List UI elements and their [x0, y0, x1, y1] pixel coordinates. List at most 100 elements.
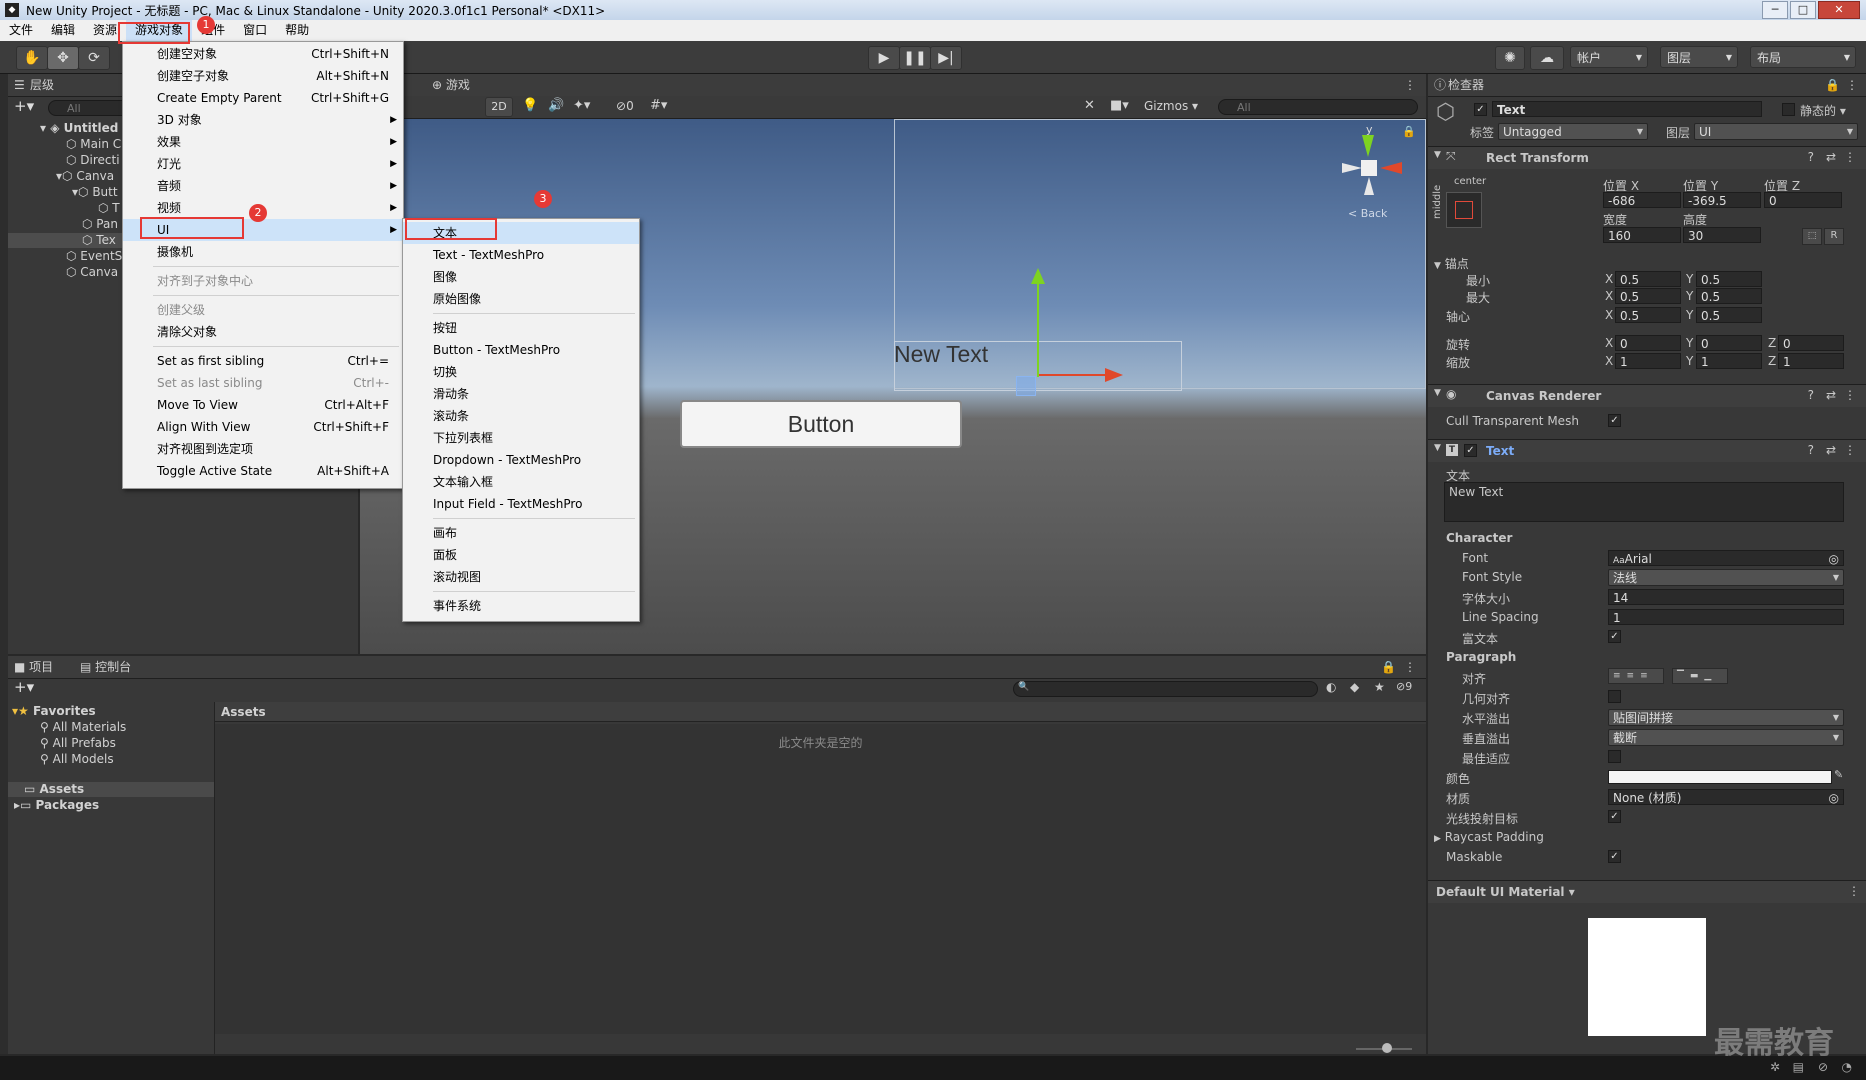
canvas-renderer-header[interactable]: ▼ ◉ Canvas Renderer ? ⇄ ⋮ — [1428, 384, 1866, 407]
raycast-target-checkbox[interactable]: ✓ — [1608, 810, 1621, 823]
list-item[interactable]: ⚲ All Models — [40, 752, 114, 767]
pivot-y-field[interactable]: 0.5 — [1696, 307, 1762, 323]
menu-item-align-with-view[interactable]: Align With View Ctrl+Shift+F — [123, 416, 403, 438]
pos-z-field[interactable]: 0 — [1764, 192, 1842, 208]
progress-icon[interactable]: ◔ — [1842, 1060, 1852, 1074]
y-axis-handle[interactable] — [1037, 279, 1039, 377]
menu-item-toggle-active[interactable]: Toggle Active State Alt+Shift+A — [123, 460, 403, 482]
packages-folder[interactable]: ▸▭ Packages — [14, 798, 99, 813]
pivot-x-field[interactable]: 0.5 — [1615, 307, 1681, 323]
more-options-icon[interactable]: ⋮ — [1404, 656, 1416, 678]
menu-item-effects[interactable]: 效果 ▶ — [123, 131, 403, 153]
more-options-icon[interactable]: ⋮ — [1404, 74, 1416, 96]
hand-tool-icon[interactable]: ✋ — [16, 46, 48, 70]
list-item[interactable]: ▾⬡ Canva — [56, 169, 114, 184]
horizontal-align-buttons[interactable]: ≡≡≡ — [1608, 668, 1664, 684]
text-area[interactable]: New Text — [1444, 482, 1844, 522]
scene-new-text[interactable]: New Text — [894, 341, 988, 368]
eyedropper-icon[interactable]: ✎ — [1834, 768, 1843, 781]
network-icon[interactable]: ⊘ — [1818, 1060, 1828, 1074]
vertical-align-buttons[interactable]: ▔▬▁ — [1672, 668, 1728, 684]
rotation-x-field[interactable]: 0 — [1615, 335, 1681, 351]
pause-button[interactable]: ❚❚ — [899, 46, 931, 70]
v-overflow-dropdown[interactable]: 截断 — [1608, 729, 1844, 746]
lock-icon[interactable]: 🔒 — [1381, 656, 1396, 678]
cull-checkbox[interactable]: ✓ — [1608, 414, 1621, 427]
minimize-button[interactable]: ─ — [1762, 1, 1788, 19]
material-field[interactable]: None (材质) ◎ — [1608, 789, 1844, 805]
anchor-min-y-field[interactable]: 0.5 — [1696, 271, 1762, 287]
submenu-item-scroll-view[interactable]: 滚动视图 — [403, 566, 639, 588]
add-asset-dropdown[interactable]: +▾ — [14, 678, 34, 696]
list-item[interactable]: ⬡ Directi — [66, 153, 120, 168]
submenu-item-canvas[interactable]: 画布 — [403, 522, 639, 544]
text-enabled-checkbox[interactable]: ✓ — [1464, 444, 1477, 457]
x-arrow-icon[interactable] — [1105, 368, 1123, 382]
menu-item-set-first-sibling[interactable]: Set as first sibling Ctrl+= — [123, 350, 403, 372]
help-icon[interactable]: ? — [1808, 443, 1814, 457]
anchor-max-y-field[interactable]: 0.5 — [1696, 288, 1762, 304]
menu-item-create-empty-child[interactable]: 创建空子对象 Alt+Shift+N — [123, 65, 403, 87]
menu-item-create-empty-parent[interactable]: Create Empty Parent Ctrl+Shift+G — [123, 87, 403, 109]
scene-search[interactable]: All — [1218, 99, 1418, 115]
text-component-header[interactable]: ▼ T ✓ Text ? ⇄ ⋮ — [1428, 439, 1866, 462]
static-label[interactable]: 静态的 ▾ — [1800, 102, 1846, 119]
line-spacing-field[interactable]: 1 — [1608, 609, 1844, 625]
menu-item-3d-object[interactable]: 3D 对象 ▶ — [123, 109, 403, 131]
camera-icon[interactable]: ■▾ — [1110, 98, 1129, 113]
raycast-padding-foldout[interactable]: ▶ Raycast Padding — [1434, 830, 1544, 844]
rotation-y-field[interactable]: 0 — [1696, 335, 1762, 351]
list-item[interactable]: ⬡ Pan — [82, 217, 118, 232]
submenu-item-event-system[interactable]: 事件系统 — [403, 595, 639, 617]
bug-icon[interactable]: ✲ — [1770, 1060, 1780, 1074]
raw-edit-button[interactable]: R — [1824, 228, 1844, 245]
menu-item-camera[interactable]: 摄像机 — [123, 241, 403, 263]
hidden-packages-icon[interactable]: ⊘9 — [1396, 680, 1412, 693]
h-overflow-dropdown[interactable]: 贴图间拼接 — [1608, 709, 1844, 726]
orientation-gizmo[interactable]: y < Back — [1342, 123, 1426, 220]
color-swatch[interactable] — [1608, 770, 1832, 784]
move-tool-icon[interactable]: ✥ — [47, 46, 79, 70]
tools-icon[interactable]: ✕ — [1084, 98, 1095, 113]
layers-dropdown[interactable]: 图层 ▼ — [1660, 46, 1738, 68]
menu-item-move-to-view[interactable]: Move To View Ctrl+Alt+F — [123, 394, 403, 416]
play-button[interactable]: ▶ — [868, 46, 900, 70]
geometry-align-checkbox[interactable] — [1608, 690, 1621, 703]
preset-icon[interactable]: ⇄ — [1826, 443, 1836, 457]
list-item[interactable]: ⬡ Main C — [66, 137, 121, 152]
favorites-item[interactable]: ▾★ Favorites — [12, 704, 96, 719]
submenu-item-image[interactable]: 图像 — [403, 266, 639, 288]
view-back-label[interactable]: < Back — [1348, 207, 1387, 220]
menu-item-audio[interactable]: 音频 ▶ — [123, 175, 403, 197]
submenu-item-panel[interactable]: 面板 — [403, 544, 639, 566]
active-checkbox[interactable]: ✓ — [1474, 103, 1487, 116]
submenu-item-text-tmp[interactable]: Text - TextMeshPro — [403, 244, 639, 266]
submenu-item-input-field[interactable]: 文本输入框 — [403, 471, 639, 493]
inspector-tab[interactable]: 检查器 — [1448, 74, 1484, 96]
x-axis-handle[interactable] — [1039, 374, 1109, 376]
submenu-item-button-tmp[interactable]: Button - TextMeshPro — [403, 339, 639, 361]
preset-icon[interactable]: ⇄ — [1826, 388, 1836, 402]
menu-item-clear-parent[interactable]: 清除父对象 — [123, 321, 403, 343]
layer-dropdown[interactable]: UI — [1694, 123, 1858, 140]
submenu-item-slider[interactable]: 滑动条 — [403, 383, 639, 405]
xy-plane-handle[interactable] — [1016, 376, 1036, 396]
material-preview-header[interactable]: Default UI Material ▾ ⋮ — [1428, 880, 1866, 903]
submenu-item-scrollbar[interactable]: 滚动条 — [403, 405, 639, 427]
list-item[interactable]: ▾⬡ Butt — [72, 185, 118, 200]
close-button[interactable]: ✕ — [1818, 1, 1860, 19]
width-field[interactable]: 160 — [1603, 227, 1681, 243]
2d-toggle[interactable]: 2D — [485, 97, 513, 117]
object-name-field[interactable]: Text — [1492, 101, 1762, 117]
font-style-dropdown[interactable]: 法线 — [1608, 569, 1844, 586]
best-fit-checkbox[interactable] — [1608, 750, 1621, 763]
gizmos-dropdown[interactable]: Gizmos ▾ — [1144, 99, 1198, 113]
list-item[interactable]: ⬡ EventS — [66, 249, 122, 264]
audio-icon[interactable]: 🔊 — [548, 98, 564, 113]
scale-x-field[interactable]: 1 — [1615, 353, 1681, 369]
tag-dropdown[interactable]: Untagged — [1498, 123, 1648, 140]
submenu-item-toggle[interactable]: 切换 — [403, 361, 639, 383]
menu-file[interactable]: 文件 — [0, 20, 42, 41]
maximize-button[interactable]: □ — [1790, 1, 1816, 19]
scene-button[interactable]: Button — [680, 400, 962, 448]
